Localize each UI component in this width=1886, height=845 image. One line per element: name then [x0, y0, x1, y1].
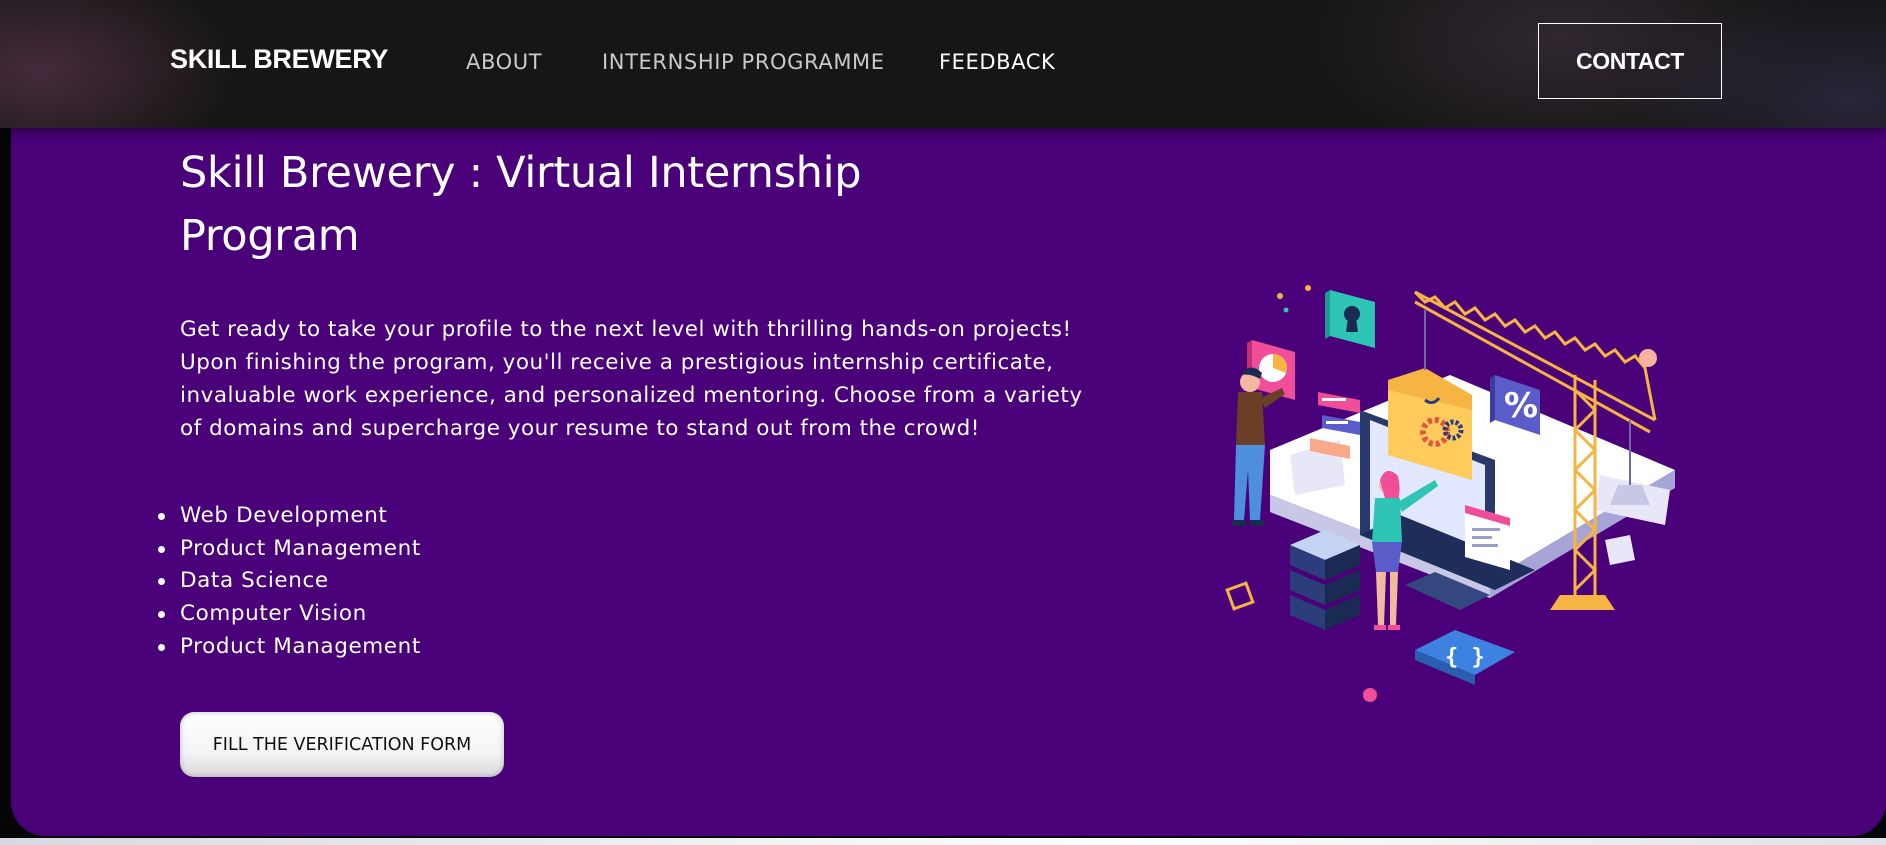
hero-description: Get ready to take your profile to the ne… — [180, 317, 1083, 441]
bullet-icon — [158, 513, 165, 520]
bottom-strip — [0, 838, 1886, 845]
braces-symbol: { } — [1445, 645, 1485, 670]
bullet-icon — [158, 643, 165, 651]
nav-link-internship-programme[interactable]: INTERNSHIP PROGRAMME — [602, 50, 885, 74]
domain-list: Web Development Product Management Data … — [158, 500, 421, 664]
domain-label: Data Science — [180, 568, 329, 594]
domain-label: Product Management — [180, 633, 421, 659]
bullet-icon — [158, 545, 165, 553]
hero-title: Skill Brewery : Virtual Internship Progr… — [180, 148, 862, 261]
percent-symbol: % — [1504, 386, 1538, 426]
domain-label: Product Management — [180, 535, 421, 561]
domain-label: Computer Vision — [180, 601, 367, 627]
brand-logo[interactable]: SKILL BREWERY — [170, 44, 388, 75]
list-item: Web Development — [158, 500, 421, 533]
navbar: SKILL BREWERY ABOUT INTERNSHIP PROGRAMME… — [0, 0, 1886, 128]
isometric-tech-team-illustration-icon: % {} — [1225, 285, 1675, 702]
fill-verification-form-button[interactable]: FILL THE VERIFICATION FORM — [180, 712, 504, 777]
nav-link-about[interactable]: ABOUT — [466, 50, 542, 74]
list-item: Product Management — [158, 533, 421, 566]
nav-link-feedback[interactable]: FEEDBACK — [939, 50, 1055, 74]
domain-label: Web Development — [180, 503, 388, 528]
list-item: Product Management — [158, 631, 421, 664]
page: SKILL BREWERY ABOUT INTERNSHIP PROGRAMME… — [0, 0, 1886, 845]
contact-button[interactable]: CONTACT — [1538, 23, 1722, 99]
list-item: Data Science — [158, 565, 421, 598]
list-item: Computer Vision — [158, 598, 421, 631]
